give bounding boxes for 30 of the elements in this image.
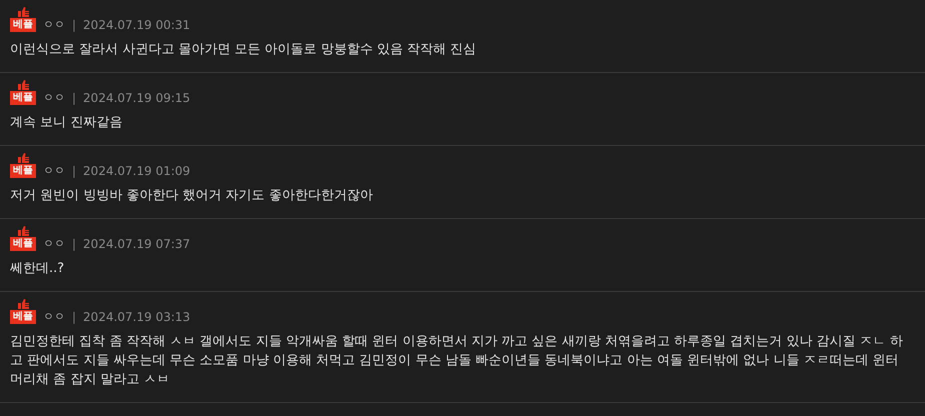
comment-date: 2024.07.19 01:09 [83, 164, 190, 178]
comment-text: 계속 보니 진짜같음 [10, 114, 124, 132]
separator: | [72, 91, 76, 105]
best-reply-badge: 베플 [10, 164, 36, 178]
comment-text: 이런식으로 잘라서 사귄다고 몰아가면 모든 아이돌로 망붕할수 있음 작작해 진심 [10, 41, 478, 59]
author-name: ㅇㅇ [43, 164, 65, 178]
thumbs-up-icon [18, 80, 28, 90]
separator: | [72, 18, 76, 32]
thumbs-up-icon [18, 153, 28, 163]
comment-date: 2024.07.19 03:13 [83, 310, 190, 324]
best-reply-badge: 베플 [10, 18, 36, 32]
comment-text: 저거 원빈이 빙빙바 좋아한다 했어거 자기도 좋아한다한거잖아 [10, 187, 374, 205]
best-reply-badge: 베플 [10, 310, 36, 324]
author-name: ㅇㅇ [43, 18, 65, 32]
separator: | [72, 164, 76, 178]
comment-date: 2024.07.19 09:15 [83, 91, 190, 105]
comment-text: 김민정한테 집착 좀 작작해 ㅅㅂ 갤에서도 지들 악개싸움 할때 윈터 이용하면서 지가 까고 싶은 새끼랑 처엮을려고 하루종일 겹치는거 있나 감시질 ㅈㄴ 하고 판에서도 지들 싸우는데 무슨 소모품 마냥 이용해 처먹고 김민정이 무슨 남돌 빠순이년들 동네북이냐고 아는 여돌 윈터밖에 없나 니들 ㅈㄹ떠는데 윈터 머리채 좀 잡지 말라고 ㅅㅂ [10, 333, 904, 389]
comment-text: 쎄한데..? [10, 260, 66, 278]
comment-date: 2024.07.19 07:37 [83, 237, 190, 251]
thumbs-up-icon [18, 226, 28, 236]
best-reply-badge: 베플 [10, 91, 36, 105]
thumbs-up-icon [18, 299, 28, 309]
author-name: ㅇㅇ [43, 310, 65, 324]
thumbs-up-icon [18, 7, 28, 17]
separator: | [72, 237, 76, 251]
comment-date: 2024.07.19 00:31 [83, 18, 190, 32]
author-name: ㅇㅇ [43, 237, 65, 251]
separator: | [72, 310, 76, 324]
best-reply-badge: 베플 [10, 237, 36, 251]
author-name: ㅇㅇ [43, 91, 65, 105]
